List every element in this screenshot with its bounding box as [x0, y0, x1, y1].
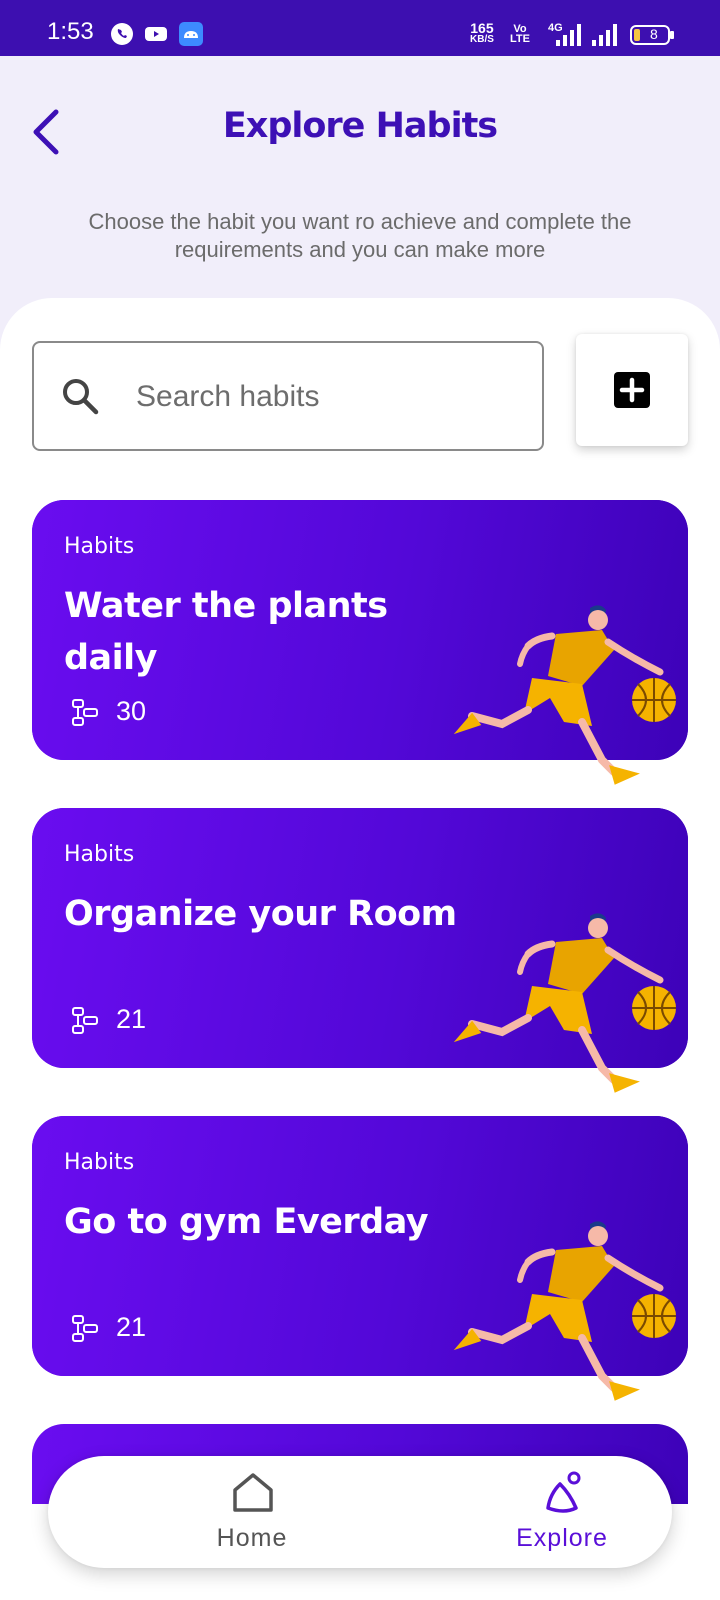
- signal-icon-2: [592, 24, 617, 46]
- home-icon: [233, 1473, 273, 1512]
- habit-card[interactable]: Habits Go to gym Everday 21: [32, 1116, 688, 1401]
- battery-level: 8: [650, 26, 658, 42]
- nav-explore[interactable]: Explore: [462, 1456, 662, 1568]
- nav-home[interactable]: Home: [152, 1456, 352, 1568]
- explore-icon: [546, 1471, 581, 1513]
- habit-category: Habits: [64, 842, 135, 867]
- habit-category: Habits: [64, 1150, 135, 1175]
- net-speed-unit: KB/S: [470, 34, 494, 45]
- basketball-player-illustration: [453, 605, 676, 785]
- nav-home-label: Home: [216, 1524, 288, 1552]
- nav-explore-label: Explore: [516, 1524, 608, 1552]
- habit-count: 21: [116, 1312, 147, 1342]
- plus-icon: [614, 372, 650, 408]
- youtube-icon: [145, 27, 167, 41]
- steps-icon: [72, 1315, 98, 1342]
- search-icon: [63, 379, 99, 415]
- habit-title: Water the plants daily: [64, 586, 388, 678]
- search-box[interactable]: [32, 341, 544, 451]
- bottom-navigation: Home Explore: [48, 1456, 672, 1568]
- basketball-player-illustration: [453, 913, 676, 1093]
- habit-count: 30: [116, 696, 147, 726]
- page-title: Explore Habits: [222, 106, 498, 146]
- habit-card[interactable]: Habits Water the plants daily 30: [32, 500, 688, 785]
- android-icon: [179, 22, 203, 46]
- volte-bottom: LTE: [510, 33, 530, 45]
- steps-icon: [72, 1007, 98, 1034]
- status-time: 1:53: [47, 18, 94, 45]
- volte-indicator: Vo LTE: [510, 24, 530, 45]
- net-speed: 165 KB/S: [470, 20, 494, 46]
- habit-count: 21: [116, 1004, 147, 1034]
- basketball-player-illustration: [453, 1221, 676, 1401]
- net-speed-value: 165: [470, 20, 494, 36]
- search-input[interactable]: [136, 373, 516, 421]
- habit-category: Habits: [64, 534, 135, 559]
- whatsapp-icon: [111, 23, 133, 45]
- add-habit-button[interactable]: [576, 334, 688, 446]
- status-bar: 1:53 165 KB/S Vo LTE 4G 8: [0, 0, 720, 56]
- signal-icon: [556, 24, 581, 46]
- habit-card[interactable]: Habits Organize your Room 21: [32, 808, 688, 1093]
- page-subtitle: Choose the habit you want ro achieve and…: [88, 209, 632, 262]
- steps-icon: [72, 699, 98, 726]
